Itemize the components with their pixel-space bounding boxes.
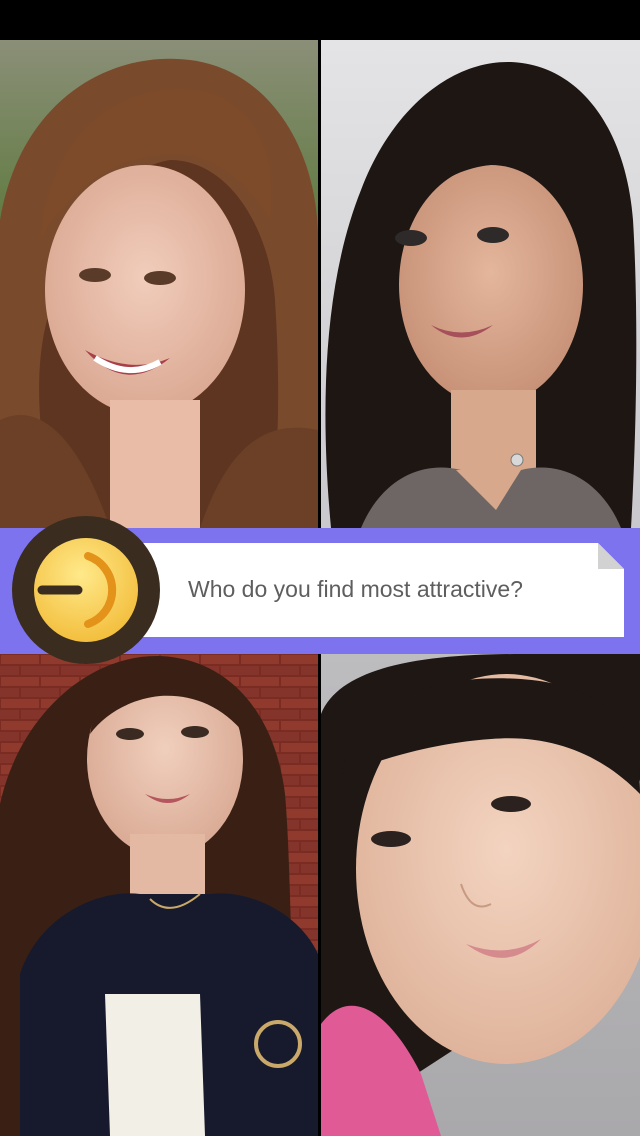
portrait-image [0, 654, 318, 1136]
photo-option-top-right[interactable] [321, 40, 640, 528]
logo-svg [12, 516, 160, 664]
app-screen: Who do you find most attractive? [0, 0, 640, 1136]
photo-option-bottom-left[interactable] [0, 654, 318, 1136]
portrait-image [321, 654, 640, 1136]
question-text: Who do you find most attractive? [188, 576, 523, 602]
photo-option-top-left[interactable] [0, 40, 318, 528]
status-bar [0, 0, 640, 40]
app-logo-icon [12, 516, 160, 664]
portrait-image [321, 40, 640, 528]
portrait-image [0, 40, 318, 528]
photo-option-bottom-right[interactable] [321, 654, 640, 1136]
